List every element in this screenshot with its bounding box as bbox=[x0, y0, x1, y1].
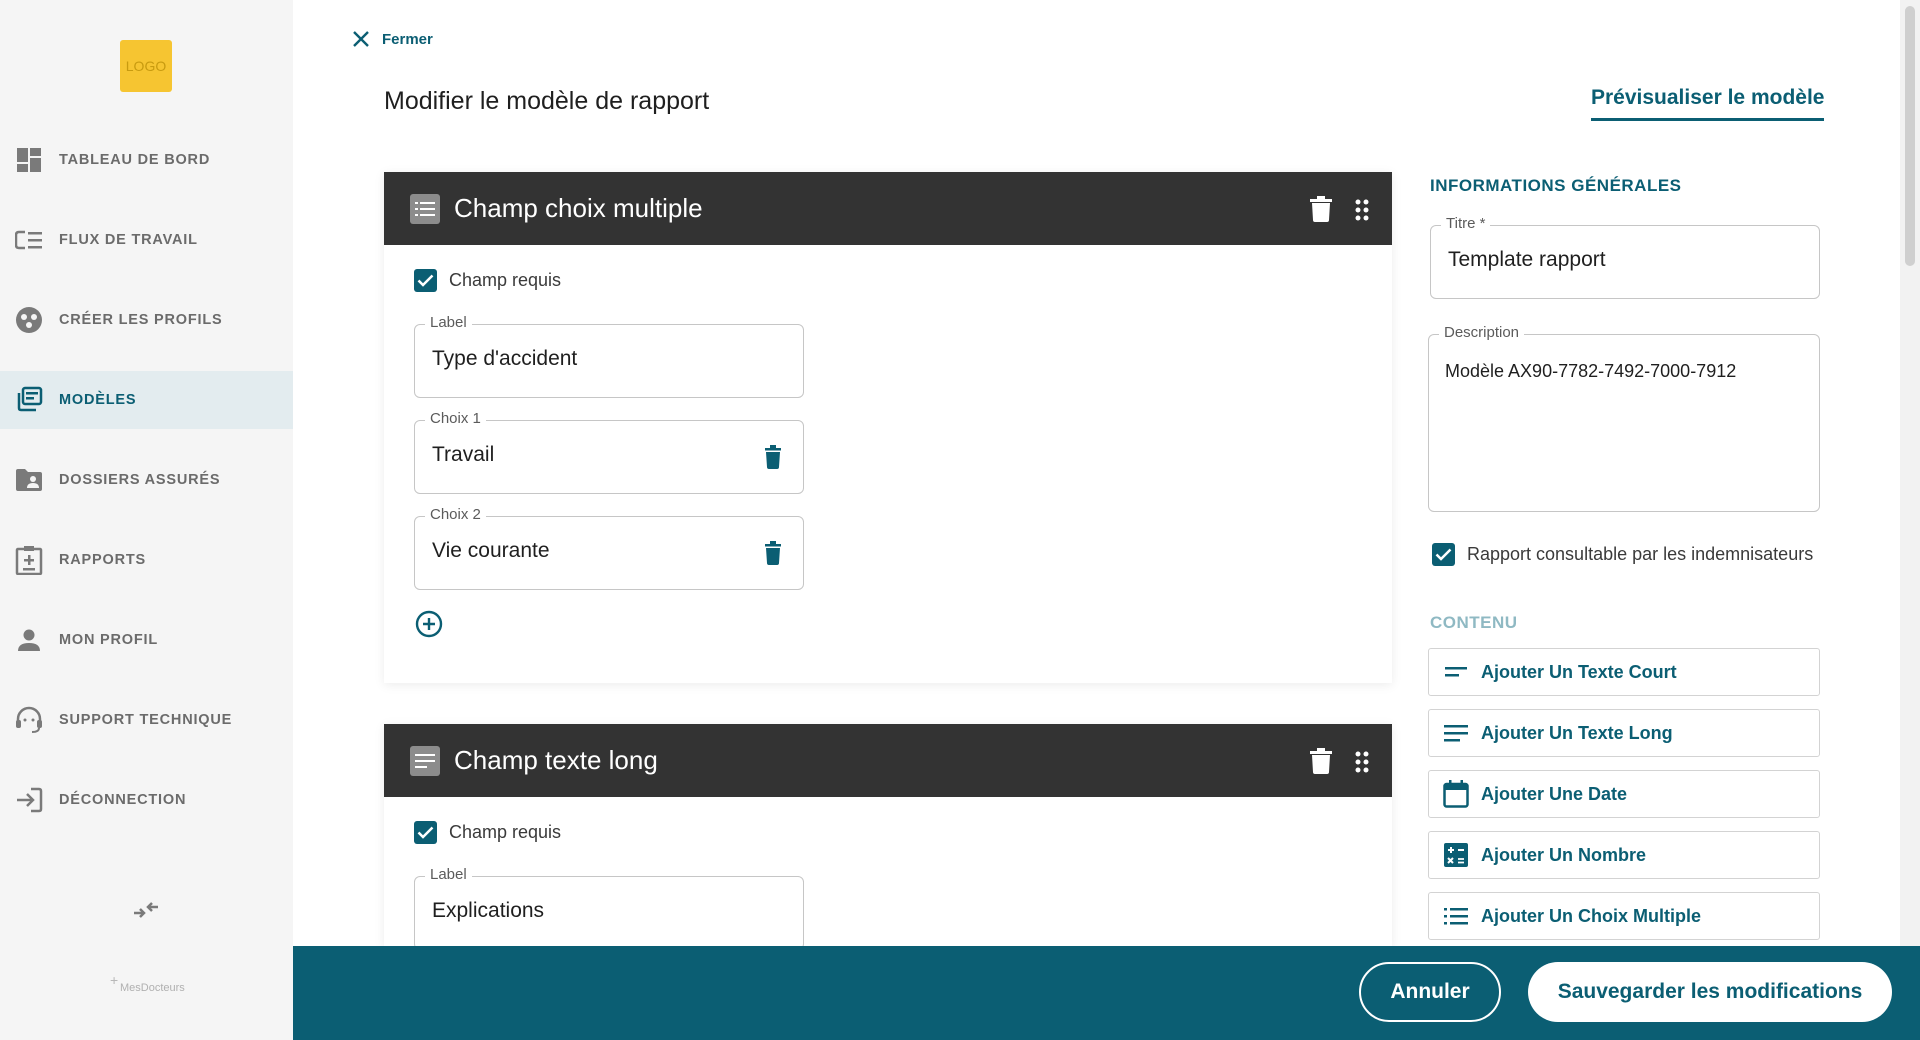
long-text-icon bbox=[1443, 720, 1469, 746]
folder-icon bbox=[15, 466, 43, 494]
field-value: Template rapport bbox=[1448, 248, 1606, 271]
field-value: Vie courante bbox=[432, 539, 550, 562]
sidebar-item-label: DOSSIERS ASSURÉS bbox=[59, 472, 221, 488]
consultable-label: Rapport consultable par les indemnisateu… bbox=[1467, 544, 1814, 564]
required-checkbox[interactable]: Champ requis bbox=[414, 821, 561, 844]
add-choice-icon[interactable] bbox=[415, 610, 443, 638]
field-value: Travail bbox=[432, 443, 495, 466]
list-icon bbox=[410, 193, 440, 224]
delete-field-icon[interactable] bbox=[1310, 748, 1332, 774]
sidebar-item-label: SUPPORT TECHNIQUE bbox=[59, 712, 233, 728]
add-date-button[interactable]: Ajouter Une Date bbox=[1428, 770, 1820, 818]
page-scrollbar[interactable] bbox=[1900, 0, 1920, 946]
sidebar-item-label: MODÈLES bbox=[59, 392, 137, 408]
sidebar-item-dashboard[interactable]: TABLEAU DE BORD bbox=[0, 131, 293, 189]
sidebar-item-label: MON PROFIL bbox=[59, 632, 159, 648]
checkbox-checked-icon bbox=[1432, 543, 1455, 566]
field-value: Type d'accident bbox=[432, 347, 578, 370]
card-header: Champ texte long bbox=[384, 724, 1392, 797]
card-title: Champ texte long bbox=[454, 745, 658, 775]
save-changes-button[interactable]: Sauvegarder les modifications bbox=[1528, 962, 1892, 1022]
add-long-text-button[interactable]: Ajouter Un Texte Long bbox=[1428, 709, 1820, 757]
page-title: Modifier le modèle de rapport bbox=[384, 87, 710, 115]
add-button-label: Ajouter Un Texte Court bbox=[1481, 661, 1677, 682]
checkbox-checked-icon bbox=[414, 821, 437, 844]
list-icon bbox=[1443, 903, 1469, 929]
report-icon bbox=[15, 546, 43, 575]
sidebar-item-reports[interactable]: RAPPORTS bbox=[0, 531, 293, 589]
add-short-text-button[interactable]: Ajouter Un Texte Court bbox=[1428, 648, 1820, 696]
checkbox-checked-icon bbox=[414, 269, 437, 292]
calendar-icon bbox=[1443, 780, 1469, 808]
sidebar-item-support[interactable]: SUPPORT TECHNIQUE bbox=[0, 691, 293, 749]
label-input[interactable]: Label Explications bbox=[414, 866, 804, 950]
required-checkbox[interactable]: Champ requis bbox=[414, 269, 561, 292]
title-input[interactable]: Titre * Template rapport bbox=[1430, 215, 1820, 299]
logout-icon bbox=[15, 786, 43, 814]
profiles-icon bbox=[15, 306, 43, 334]
choice-1-input[interactable]: Choix 1 Travail bbox=[414, 410, 804, 494]
add-button-label: Ajouter Une Date bbox=[1481, 783, 1628, 804]
delete-field-icon[interactable] bbox=[1310, 196, 1332, 222]
collapse-sidebar-icon[interactable] bbox=[132, 898, 160, 922]
calculator-icon bbox=[1443, 842, 1469, 868]
sidebar-item-profiles[interactable]: CRÉER LES PROFILS bbox=[0, 291, 293, 349]
sidebar-item-templates[interactable]: MODÈLES bbox=[0, 371, 293, 429]
close-icon bbox=[353, 31, 369, 47]
drag-handle-icon[interactable] bbox=[1354, 198, 1370, 222]
templates-icon bbox=[15, 386, 43, 414]
required-label: Champ requis bbox=[449, 822, 562, 842]
logo: LOGO bbox=[120, 40, 172, 92]
field-legend: Choix 2 bbox=[425, 506, 486, 523]
short-text-icon bbox=[1443, 659, 1469, 685]
add-button-label: Ajouter Un Choix Multiple bbox=[1481, 905, 1701, 926]
person-icon bbox=[15, 626, 43, 654]
sidebar-item-label: CRÉER LES PROFILS bbox=[59, 312, 223, 328]
field-value: Explications bbox=[432, 899, 545, 922]
add-button-label: Ajouter Un Nombre bbox=[1481, 844, 1647, 865]
scrollbar-thumb[interactable] bbox=[1905, 6, 1915, 266]
field-legend: Label bbox=[425, 866, 472, 883]
choice-2-input[interactable]: Choix 2 Vie courante bbox=[414, 506, 804, 590]
sidebar-item-label: DÉCONNECTION bbox=[59, 792, 187, 808]
sidebar: LOGO TABLEAU DE BORD FLUX DE TRAVAIL CRÉ… bbox=[0, 0, 293, 1040]
drag-handle-icon[interactable] bbox=[1354, 750, 1370, 774]
close-label: Fermer bbox=[382, 30, 433, 48]
multiple-choice-field-card: Champ choix multiple Champ requis Label … bbox=[384, 172, 1392, 683]
required-label: Champ requis bbox=[449, 270, 562, 290]
sidebar-item-logout[interactable]: DÉCONNECTION bbox=[0, 771, 293, 829]
add-button-label: Ajouter Un Texte Long bbox=[1481, 722, 1673, 743]
card-header: Champ choix multiple bbox=[384, 172, 1392, 245]
add-number-button[interactable]: Ajouter Un Nombre bbox=[1428, 831, 1820, 879]
label-input[interactable]: Label Type d'accident bbox=[414, 314, 804, 398]
cancel-button[interactable]: Annuler bbox=[1359, 962, 1501, 1022]
field-legend: Choix 1 bbox=[425, 410, 486, 427]
content-heading: CONTENU bbox=[1430, 613, 1518, 632]
workflow-icon bbox=[15, 226, 43, 254]
sidebar-item-my-profile[interactable]: MON PROFIL bbox=[0, 611, 293, 669]
delete-choice-icon[interactable] bbox=[765, 541, 781, 565]
field-legend: Label bbox=[425, 314, 472, 331]
sidebar-item-label: RAPPORTS bbox=[59, 552, 146, 568]
sidebar-item-workflow[interactable]: FLUX DE TRAVAIL bbox=[0, 211, 293, 269]
dashboard-icon bbox=[15, 146, 43, 174]
card-title: Champ choix multiple bbox=[454, 193, 703, 223]
field-legend: Description bbox=[1439, 324, 1525, 341]
field-value: Modèle AX90-7782-7492-7000-7912 bbox=[1445, 361, 1737, 381]
long-text-field-card: Champ texte long Champ requis Label Expl… bbox=[384, 724, 1392, 950]
field-legend: Titre * bbox=[1441, 215, 1491, 232]
support-icon bbox=[15, 706, 43, 734]
sidebar-item-label: FLUX DE TRAVAIL bbox=[59, 232, 198, 248]
preview-template-link[interactable]: Prévisualiser le modèle bbox=[1591, 86, 1825, 121]
sidebar-item-label: TABLEAU DE BORD bbox=[59, 152, 211, 168]
sidebar-item-insured-folders[interactable]: DOSSIERS ASSURÉS bbox=[0, 451, 293, 509]
general-info-heading: INFORMATIONS GÉNÉRALES bbox=[1430, 176, 1682, 195]
add-multiple-choice-button[interactable]: Ajouter Un Choix Multiple bbox=[1428, 892, 1820, 940]
description-textarea[interactable]: Description Modèle AX90-7782-7492-7000-7… bbox=[1428, 324, 1820, 512]
long-text-icon bbox=[410, 745, 440, 776]
consultable-checkbox[interactable]: Rapport consultable par les indemnisateu… bbox=[1432, 543, 1813, 566]
delete-choice-icon[interactable] bbox=[765, 445, 781, 469]
close-button[interactable]: Fermer bbox=[352, 30, 433, 48]
